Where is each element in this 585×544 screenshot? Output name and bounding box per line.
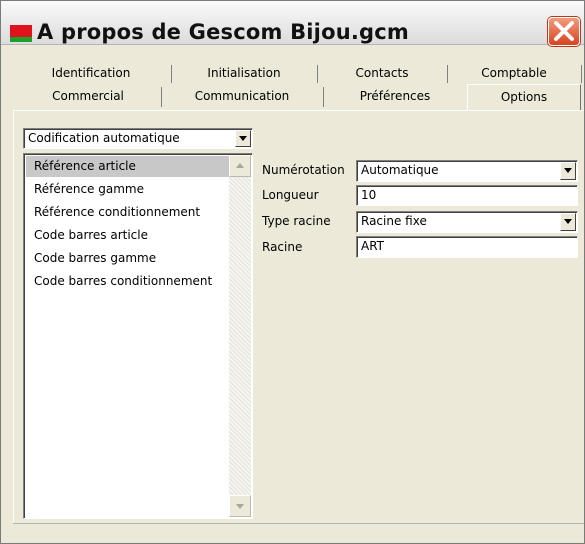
racine-label: Racine	[262, 240, 303, 254]
list-scrollbar[interactable]	[229, 155, 251, 517]
about-dialog: A propos de Gescom Bijou.gcm Identificat…	[0, 0, 585, 544]
tab-communication[interactable]: Communication	[162, 85, 322, 107]
close-icon	[554, 21, 574, 41]
list-item-code-barres-conditionnement[interactable]: Code barres conditionnement	[26, 271, 230, 292]
status-bar	[13, 523, 584, 543]
scroll-up-icon[interactable]	[229, 155, 251, 177]
chevron-down-icon[interactable]	[560, 162, 576, 180]
tab-initialisation[interactable]: Initialisation	[172, 64, 316, 83]
codification-list[interactable]: Référence article Référence gamme Référe…	[23, 153, 253, 519]
title-bar[interactable]: A propos de Gescom Bijou.gcm	[1, 1, 584, 46]
list-item-reference-gamme[interactable]: Référence gamme	[26, 179, 230, 200]
numerotation-select[interactable]: Automatique	[356, 160, 578, 182]
tab-commercial[interactable]: Commercial	[16, 85, 160, 107]
tab-options[interactable]: Options	[467, 84, 581, 111]
tab-contacts[interactable]: Contacts	[318, 64, 446, 83]
tab-preferences[interactable]: Préférences	[324, 85, 466, 107]
numerotation-value: Automatique	[361, 163, 439, 177]
gescom-app-icon	[10, 25, 32, 42]
longueur-label: Longueur	[262, 188, 319, 202]
category-select[interactable]: Codification automatique	[23, 128, 253, 149]
category-select-value: Codification automatique	[28, 131, 180, 145]
chevron-down-icon[interactable]	[560, 213, 576, 231]
close-button[interactable]	[548, 17, 580, 46]
type-racine-value: Racine fixe	[361, 214, 427, 228]
type-racine-select[interactable]: Racine fixe	[356, 211, 578, 233]
racine-field[interactable]: ART	[356, 236, 578, 258]
list-item-reference-article[interactable]: Référence article	[26, 156, 230, 177]
longueur-field[interactable]: 10	[356, 185, 578, 206]
chevron-down-icon[interactable]	[235, 130, 251, 147]
tab-identification[interactable]: Identification	[16, 64, 166, 83]
type-racine-label: Type racine	[262, 214, 331, 228]
scroll-down-icon[interactable]	[229, 495, 251, 517]
tab-comptable[interactable]: Comptable	[448, 64, 580, 83]
list-item-code-barres-gamme[interactable]: Code barres gamme	[26, 248, 230, 269]
window-title: A propos de Gescom Bijou.gcm	[37, 20, 410, 44]
numerotation-label: Numérotation	[262, 163, 345, 177]
list-item-code-barres-article[interactable]: Code barres article	[26, 225, 230, 246]
list-item-reference-conditionnement[interactable]: Référence conditionnement	[26, 202, 230, 223]
